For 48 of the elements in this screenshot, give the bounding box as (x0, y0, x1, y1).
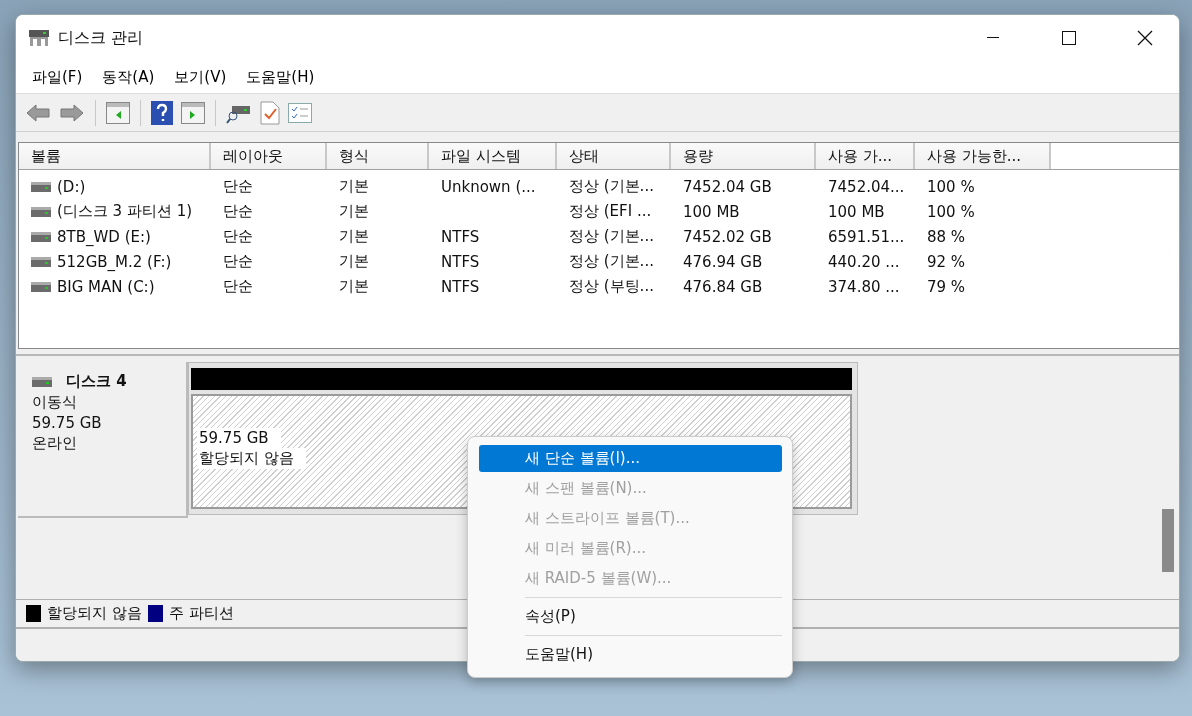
partition-label: 할당되지 않음 (197, 448, 306, 469)
table-cell: 7452.04 GB (683, 177, 772, 196)
table-cell: 기본 (339, 277, 369, 296)
table-cell: 100 MB (683, 202, 740, 221)
table-cell: 기본 (339, 252, 369, 271)
table-cell: 512GB_M.2 (F:) (57, 252, 172, 271)
table-cell: 단순 (223, 277, 253, 296)
table-cell: 374.80 ... (828, 277, 900, 296)
partition-size: 59.75 GB (197, 428, 281, 448)
table-cell: NTFS (441, 252, 480, 271)
table-cell: 100 % (927, 202, 975, 221)
table-cell: 정상 (기본... (569, 177, 654, 196)
table-cell: 6591.51... (828, 227, 905, 246)
table-cell: 100 MB (828, 202, 885, 221)
table-cell: 정상 (기본... (569, 252, 654, 271)
legend-label: 주 파티션 (168, 604, 234, 623)
table-cell: 기본 (339, 202, 369, 221)
disk-type: 이동식 (32, 393, 78, 412)
table-cell: 기본 (339, 227, 369, 246)
disk-name: 디스크 4 (66, 372, 127, 391)
disk-status: 온라인 (32, 434, 78, 453)
table-cell: 정상 (기본... (569, 227, 654, 246)
table-cell: 476.94 GB (683, 252, 763, 271)
table-cell: 정상 (부팅... (569, 277, 654, 296)
table-cell: NTFS (441, 277, 480, 296)
table-cell: 8TB_WD (E:) (57, 227, 151, 246)
table-cell: 단순 (223, 177, 253, 196)
table-cell: (디스크 3 파티션 1) (57, 202, 193, 221)
window-title: 디스크 관리 (58, 27, 145, 49)
table-cell: 92 % (927, 252, 966, 271)
table-cell: (D:) (57, 177, 86, 196)
table-cell: 88 % (927, 227, 966, 246)
table-cell: 476.84 GB (683, 277, 763, 296)
table-cell: 정상 (EFI ... (569, 202, 652, 221)
table-cell: 단순 (223, 202, 253, 221)
table-cell: 79 % (927, 277, 966, 296)
table-cell: 440.20 ... (828, 252, 900, 271)
disk-size: 59.75 GB (32, 414, 103, 432)
table-cell: 100 % (927, 177, 975, 196)
table-cell: BIG MAN (C:) (57, 277, 155, 296)
table-cell: 기본 (339, 177, 369, 196)
table-cell: NTFS (441, 227, 480, 246)
table-cell: 단순 (223, 252, 253, 271)
table-cell: 7452.04... (828, 177, 905, 196)
table-cell: Unknown (... (441, 177, 536, 196)
table-cell: 단순 (223, 227, 253, 246)
table-cell: 7452.02 GB (683, 227, 772, 246)
legend-label: 할당되지 않음 (47, 604, 142, 623)
